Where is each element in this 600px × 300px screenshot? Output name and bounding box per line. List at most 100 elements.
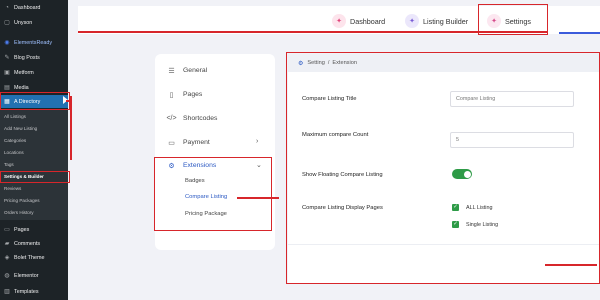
- theme-icon: ◈: [4, 255, 10, 261]
- max-count-label: Maximum compare Count: [302, 132, 369, 138]
- checkbox-single-listing[interactable]: ✓ Single Listing: [452, 221, 498, 228]
- check-icon[interactable]: ✓: [452, 221, 459, 228]
- settings-menu: ☰ General ▯ Pages </> Shortcodes ▭ Payme…: [155, 54, 275, 250]
- sidebar-item-media[interactable]: ▤ Media: [0, 82, 68, 93]
- menu-item-extensions[interactable]: ⚙ Extensions: [167, 161, 216, 170]
- tab-label: Listing Builder: [423, 16, 469, 26]
- tab-listing-builder[interactable]: ✦ Listing Builder: [405, 13, 468, 29]
- sidebar-item-label: Unyson: [14, 19, 33, 26]
- menu-item-label: Pages: [183, 91, 203, 98]
- sidebar-item-label: Media: [14, 84, 29, 91]
- tab-settings[interactable]: ✦ Settings: [487, 13, 531, 29]
- sidebar-item-label: Metform: [14, 69, 34, 76]
- checkbox-label: Single Listing: [466, 221, 499, 228]
- sidebar-item-metform[interactable]: ▣ Metform: [0, 67, 68, 78]
- pages-icon: ▭: [4, 227, 10, 233]
- gear-icon: ⚙: [298, 60, 304, 67]
- directory-icon: ▦: [4, 99, 10, 105]
- code-icon: </>: [166, 115, 177, 122]
- floating-compare-label: Show Floating Compare Listing: [302, 172, 383, 178]
- sidebar-item-label: Templates: [14, 288, 39, 295]
- compare-title-input[interactable]: Compare Listing: [450, 91, 574, 107]
- sidebar-item-label: Elementor: [14, 272, 39, 279]
- breadcrumb-extension: Extension: [332, 60, 357, 66]
- sidebar-item-label: ElementsReady: [14, 39, 53, 46]
- payment-icon: ▭: [168, 139, 175, 147]
- templates-icon: ▥: [4, 289, 10, 295]
- dashboard-icon: ◔: [5, 4, 9, 11]
- menu-item-general[interactable]: ☰ General: [167, 66, 207, 75]
- gear-icon: ⚙: [168, 162, 175, 170]
- menu-item-label: Extensions: [183, 162, 217, 169]
- directory-submenu: All Listings Add New Listing Categories …: [0, 110, 68, 220]
- sidebar-item-label: Blog Posts: [14, 54, 40, 61]
- breadcrumb-setting[interactable]: Setting: [307, 60, 324, 66]
- sidebar-item-pages[interactable]: ▭ Pages: [0, 224, 68, 235]
- check-icon[interactable]: ✓: [452, 204, 459, 211]
- compare-title-label: Compare Listing Title: [302, 96, 357, 102]
- sliders-icon: ☰: [168, 67, 175, 75]
- checkbox-label: ALL Listing: [466, 204, 493, 211]
- dashboard-tab-icon: ✦: [332, 14, 346, 28]
- submenu-pricing-packages[interactable]: Pricing Packages: [4, 198, 40, 203]
- menu-item-label: Shortcodes: [183, 115, 218, 122]
- sidebar-item-label: Dashboard: [14, 4, 41, 11]
- submenu-compare-listing[interactable]: Compare Listing: [185, 194, 227, 200]
- media-icon: ▤: [4, 85, 10, 91]
- elementor-icon: ◍: [4, 273, 10, 279]
- tab-dashboard[interactable]: ✦ Dashboard: [332, 13, 385, 29]
- chevron-right-icon[interactable]: ›: [256, 138, 258, 145]
- submenu-pricing-package[interactable]: Pricing Package: [185, 211, 227, 217]
- menu-item-label: Payment: [183, 139, 210, 146]
- page-icon: ▯: [169, 91, 174, 99]
- current-menu-pointer: [63, 96, 68, 104]
- sidebar-item-templates[interactable]: ▥ Templates: [0, 286, 68, 297]
- submenu-all-listings[interactable]: All Listings: [4, 114, 26, 119]
- submenu-tags[interactable]: Tags: [4, 162, 14, 167]
- submenu-categories[interactable]: Categories: [4, 138, 26, 143]
- menu-item-shortcodes[interactable]: </> Shortcodes: [166, 114, 218, 123]
- sidebar-item-bolet-theme[interactable]: ◈ Bolet Theme: [0, 252, 68, 263]
- display-pages-label: Compare Listing Display Pages: [302, 205, 383, 211]
- builder-tab-icon: ✦: [405, 14, 419, 28]
- sidebar-item-blog-posts[interactable]: ✎ Blog Posts: [0, 52, 68, 63]
- submenu-settings-builder[interactable]: Settings & Builder: [4, 174, 44, 179]
- annotation-line-vertical: [70, 96, 72, 160]
- sidebar-item-label: Comments: [14, 240, 41, 247]
- checkbox-all-listing[interactable]: ✓ ALL Listing: [452, 204, 492, 211]
- elementsready-icon: ◉: [4, 40, 10, 46]
- floating-compare-toggle[interactable]: [452, 169, 472, 179]
- menu-item-label: General: [183, 67, 208, 74]
- sidebar-item-a-directory[interactable]: ▦ A Directory: [0, 95, 68, 108]
- pin-icon: ✎: [4, 55, 10, 61]
- unyson-icon: ▢: [4, 20, 10, 26]
- compare-listing-panel: ⚙ Setting / Extension Compare Listing Ti…: [288, 54, 600, 284]
- submenu-add-new-listing[interactable]: Add New Listing: [4, 126, 37, 131]
- panel-divider: [288, 244, 600, 245]
- max-count-input[interactable]: 5: [450, 132, 574, 148]
- tab-label: Settings: [505, 16, 531, 26]
- sidebar-item-comments[interactable]: ▰ Comments: [0, 238, 68, 249]
- sidebar-item-dashboard[interactable]: ◔ Dashboard: [0, 2, 68, 13]
- submenu-locations[interactable]: Locations: [4, 150, 24, 155]
- settings-tab-icon: ✦: [487, 14, 501, 28]
- breadcrumb: ⚙ Setting / Extension: [288, 54, 600, 72]
- menu-item-payment[interactable]: ▭ Payment: [167, 138, 210, 147]
- breadcrumb-separator: /: [327, 60, 330, 66]
- sidebar-item-unyson[interactable]: ▢ Unyson: [0, 17, 68, 28]
- chevron-down-icon[interactable]: ⌄: [256, 161, 262, 169]
- sidebar-item-elementor[interactable]: ◍ Elementor: [0, 270, 68, 281]
- tab-label: Dashboard: [350, 16, 386, 26]
- sidebar-item-label: A Directory: [14, 98, 41, 105]
- menu-item-pages[interactable]: ▯ Pages: [167, 90, 203, 99]
- sidebar-item-label: Pages: [14, 226, 30, 233]
- comments-icon: ▰: [4, 241, 10, 247]
- top-tab-bar: ✦ Dashboard ✦ Listing Builder ✦ Settings: [78, 6, 600, 34]
- metform-icon: ▣: [4, 70, 10, 76]
- submenu-reviews[interactable]: Reviews: [4, 186, 21, 191]
- sidebar-item-elementsready[interactable]: ◉ ElementsReady: [0, 37, 68, 48]
- submenu-orders-history[interactable]: Orders History: [4, 210, 34, 215]
- submenu-badges[interactable]: Badges: [185, 178, 205, 184]
- wp-admin-sidebar: ◔ Dashboard ▢ Unyson ◉ ElementsReady ✎ B…: [0, 0, 68, 300]
- sidebar-item-label: Bolet Theme: [14, 254, 45, 261]
